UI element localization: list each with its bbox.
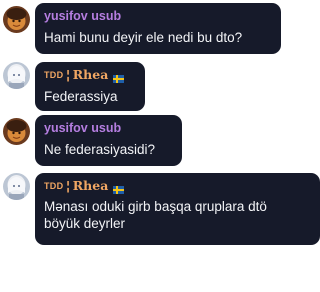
author-display-name: Rhea xyxy=(72,178,109,193)
message-text: Ne federasiyasidi? xyxy=(44,142,156,157)
message-text: Mənası oduki girb başqa qruplara dtö böy… xyxy=(44,199,267,231)
message-bubble: TDD ¦ Rhea Mənası oduki girb başqa qrupl… xyxy=(35,173,320,245)
author-name[interactable]: yusifov usub xyxy=(44,8,271,24)
message-text: Hami bunu deyir ele nedi bu dto? xyxy=(44,30,243,45)
author-separator: ¦ xyxy=(66,179,70,193)
author-tag: TDD xyxy=(44,70,64,80)
author-display-name: Rhea xyxy=(72,67,109,82)
message-text: Federassiya xyxy=(44,89,118,104)
author-name[interactable]: TDD ¦ Rhea xyxy=(44,178,310,194)
avatar[interactable] xyxy=(3,62,30,89)
avatar[interactable] xyxy=(3,118,30,145)
message-bubble: TDD ¦ Rhea Federassiya xyxy=(35,62,145,111)
swedish-flag-icon xyxy=(113,182,125,194)
swedish-flag-icon xyxy=(113,71,125,83)
message-bubble: yusifov usub Ne federasiyasidi? xyxy=(35,115,182,166)
message-bubble: yusifov usub Hami bunu deyir ele nedi bu… xyxy=(35,3,281,54)
author-name[interactable]: TDD ¦ Rhea xyxy=(44,67,135,83)
avatar[interactable] xyxy=(3,6,30,33)
author-tag: TDD xyxy=(44,181,64,191)
author-separator: ¦ xyxy=(66,68,70,82)
avatar[interactable] xyxy=(3,173,30,200)
author-name[interactable]: yusifov usub xyxy=(44,120,172,136)
